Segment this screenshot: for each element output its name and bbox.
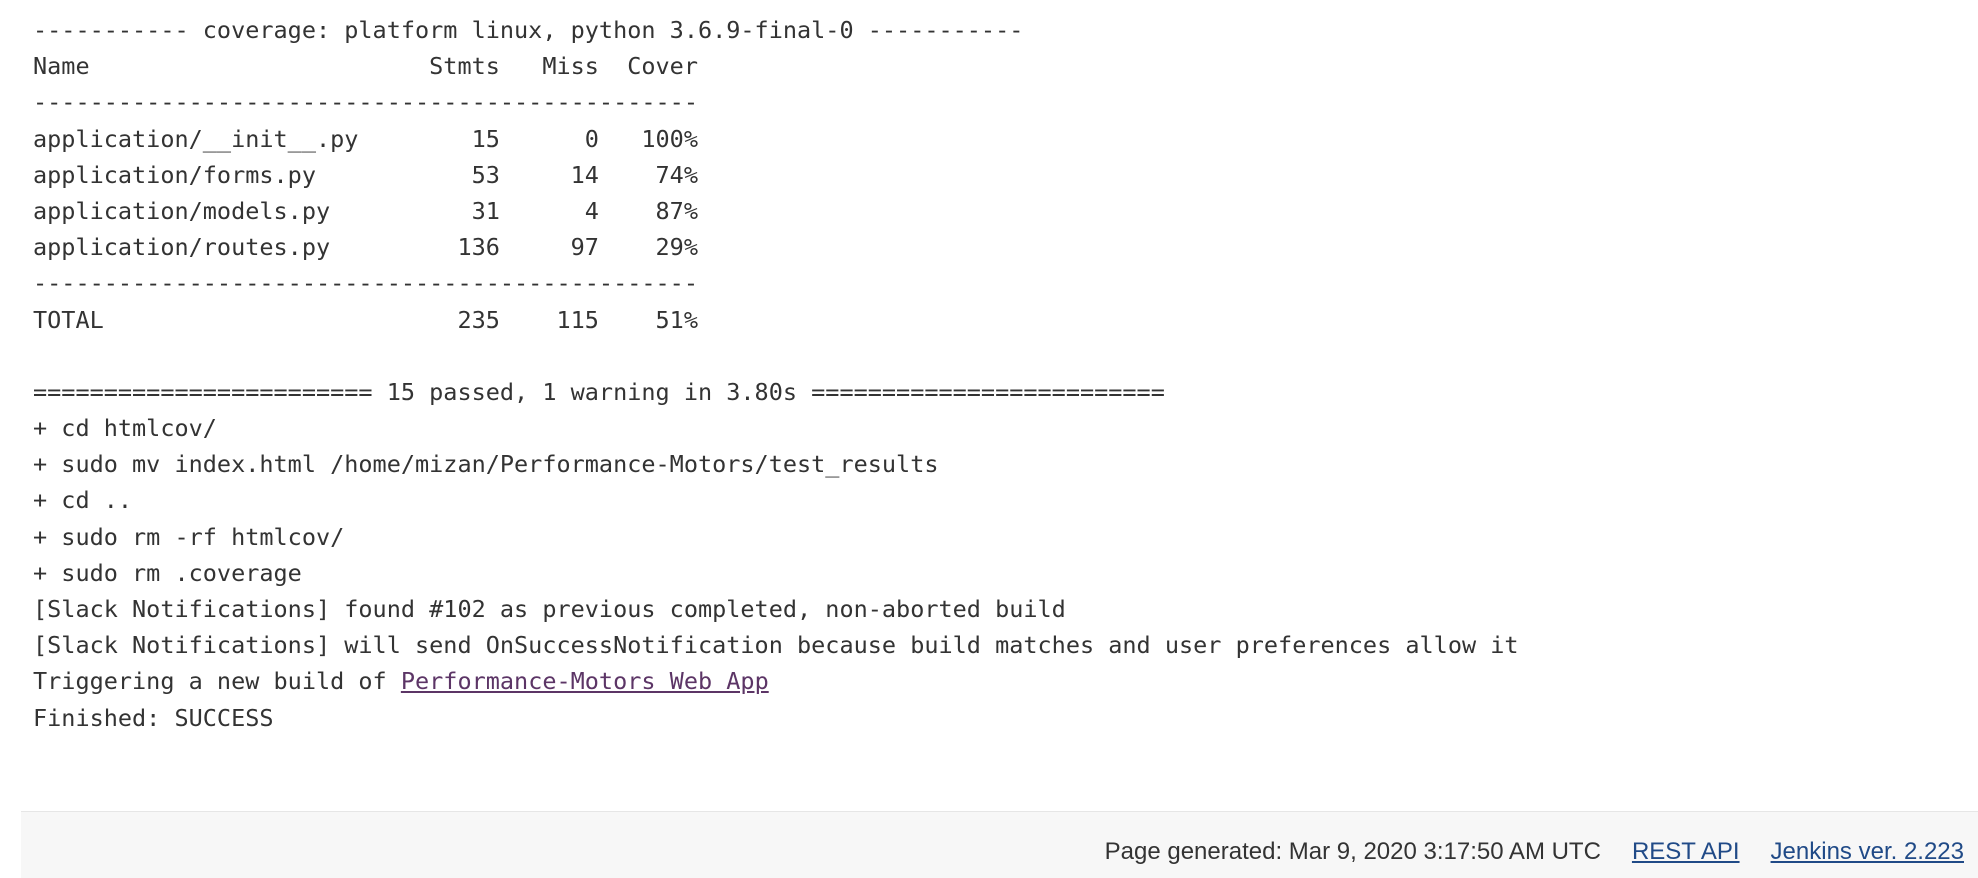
coverage-header-line: ----------- coverage: platform linux, py… <box>33 16 1024 44</box>
coverage-row: application/forms.py 53 14 74% <box>33 160 698 189</box>
build-finished-status: Finished: SUCCESS <box>33 703 274 732</box>
shell-command-line: + sudo rm .coverage <box>33 558 302 587</box>
slack-notification-line: [Slack Notifications] found #102 as prev… <box>33 595 1066 623</box>
coverage-divider: ----------------------------------------… <box>33 88 698 117</box>
shell-command-line: + cd htmlcov/ <box>33 414 217 443</box>
shell-command-line: + sudo rm -rf htmlcov/ <box>33 522 345 551</box>
trigger-build-prefix: Triggering a new build of <box>33 667 401 696</box>
coverage-row: application/routes.py 136 97 29% <box>33 233 698 262</box>
coverage-row: application/__init__.py 15 0 100% <box>33 124 698 153</box>
triggered-job-link[interactable]: Performance-Motors Web App <box>401 667 769 695</box>
test-summary-line: ======================== 15 passed, 1 wa… <box>33 377 1165 406</box>
jenkins-version-link[interactable]: Jenkins ver. 2.223 <box>1771 838 1964 866</box>
trigger-build-line: Triggering a new build of Performance-Mo… <box>33 663 1519 699</box>
console-output: ----------- coverage: platform linux, py… <box>33 12 1519 736</box>
page-generated-timestamp: Page generated: Mar 9, 2020 3:17:50 AM U… <box>1104 838 1601 865</box>
slack-notification-line: [Slack Notifications] will send OnSucces… <box>33 631 1519 660</box>
coverage-total-row: TOTAL 235 115 51% <box>33 305 698 334</box>
footer-content: Page generated: Mar 9, 2020 3:17:50 AM U… <box>1105 838 1964 866</box>
page-footer: Page generated: Mar 9, 2020 3:17:50 AM U… <box>21 811 1978 878</box>
coverage-divider: ----------------------------------------… <box>33 269 698 298</box>
coverage-column-headers: Name Stmts Miss Cover <box>33 52 698 81</box>
shell-command-line: + cd .. <box>33 486 133 515</box>
rest-api-link[interactable]: REST API <box>1632 838 1740 866</box>
shell-command-line: + sudo mv index.html /home/mizan/Perform… <box>33 450 939 479</box>
coverage-row: application/models.py 31 4 87% <box>33 196 698 225</box>
